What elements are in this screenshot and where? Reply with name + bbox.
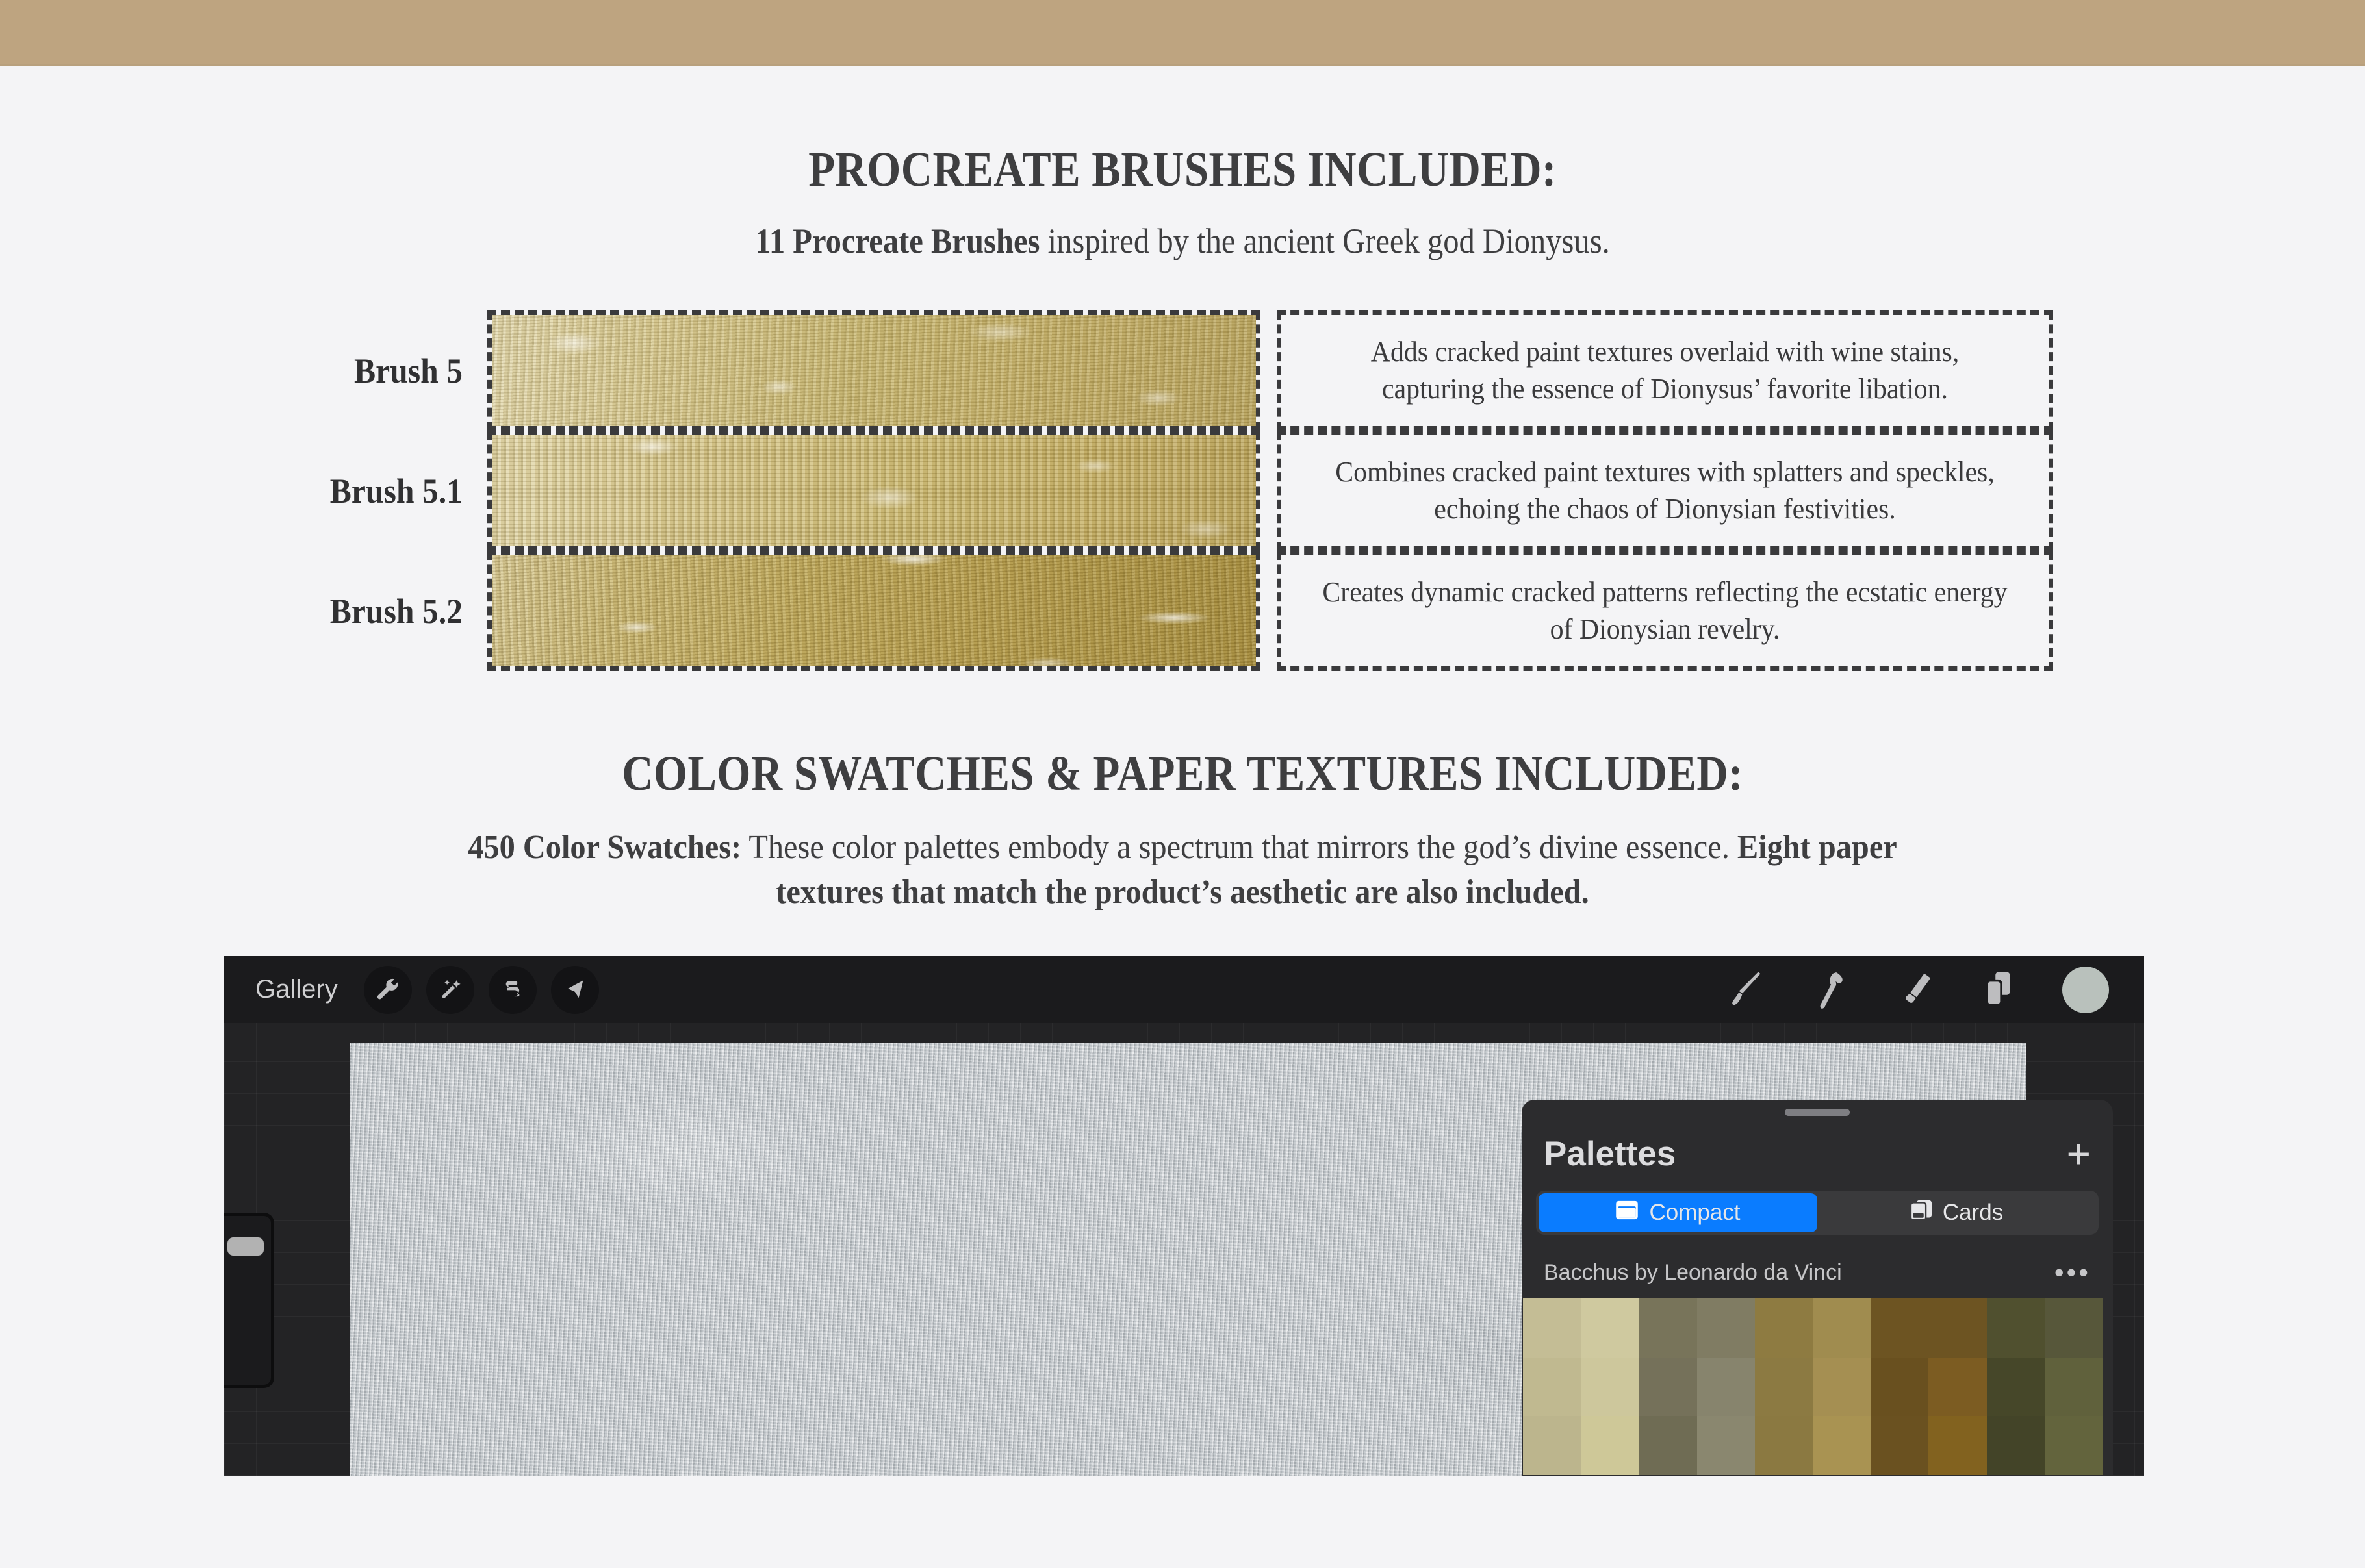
swatches-subtitle: 450 Color Swatches: These color palettes…: [457, 825, 1908, 915]
color-swatch[interactable]: [1639, 1357, 1697, 1417]
brush-list: Brush 5 Adds cracked paint textures over…: [0, 310, 2365, 671]
color-swatch[interactable]: [1754, 1298, 1813, 1358]
color-swatch[interactable]: [1754, 1416, 1813, 1475]
palettes-title: Palettes: [1544, 1134, 1676, 1173]
palettes-panel: Palettes + Compact Cards Bacchus by Leon…: [1522, 1100, 2113, 1476]
palette-more-button[interactable]: •••: [2054, 1259, 2091, 1286]
transform-arrow-icon[interactable]: [550, 965, 599, 1014]
slider-handle[interactable]: [227, 1237, 264, 1256]
procreate-toolbar: Gallery: [224, 956, 2144, 1023]
top-banner: [0, 0, 2365, 66]
brush-description-text: Creates dynamic cracked patterns reflect…: [1322, 576, 2008, 645]
brushes-subtitle-rest: inspired by the ancient Greek god Dionys…: [1040, 221, 1610, 260]
color-swatch[interactable]: [1696, 1416, 1755, 1475]
paint-texture: [492, 315, 1256, 426]
color-swatch[interactable]: [1986, 1416, 2045, 1475]
paintbrush-icon[interactable]: [1724, 966, 1770, 1014]
toolbar-left-group: Gallery: [224, 965, 599, 1014]
palette-name: Bacchus by Leonardo da Vinci: [1544, 1259, 1842, 1285]
segment-compact[interactable]: Compact: [1539, 1193, 1817, 1232]
color-swatch[interactable]: [1812, 1416, 1871, 1475]
brush-description-box: Adds cracked paint textures overlaid wit…: [1277, 310, 2053, 431]
add-palette-button[interactable]: +: [2067, 1133, 2091, 1174]
brushes-heading: PROCREATE BRUSHES INCLUDED:: [808, 142, 1557, 197]
procreate-canvas-area[interactable]: Palettes + Compact Cards Bacchus by Leon…: [224, 1023, 2144, 1476]
paint-texture: [492, 555, 1256, 666]
color-swatch[interactable]: [1639, 1416, 1697, 1475]
segment-cards[interactable]: Cards: [1817, 1193, 2096, 1232]
swatches-count-bold: 450 Color Swatches:: [468, 829, 742, 866]
color-swatch[interactable]: [2044, 1416, 2103, 1475]
magic-wand-icon[interactable]: [426, 965, 474, 1014]
color-swatch[interactable]: [1928, 1357, 1987, 1417]
color-swatch[interactable]: [2044, 1298, 2103, 1358]
color-swatch[interactable]: [1871, 1416, 1929, 1475]
eraser-icon[interactable]: [1893, 966, 1939, 1014]
brush-row: Brush 5.1 Combines cracked paint texture…: [0, 431, 2365, 551]
color-swatch[interactable]: [1812, 1357, 1871, 1417]
color-swatch[interactable]: [2044, 1357, 2103, 1417]
swatches-heading: COLOR SWATCHES & PAPER TEXTURES INCLUDED…: [622, 746, 1743, 801]
palette-row-header: Bacchus by Leonardo da Vinci •••: [1522, 1248, 2113, 1297]
color-swatch[interactable]: [1523, 1298, 1581, 1358]
color-swatch[interactable]: [1871, 1357, 1929, 1417]
color-swatch[interactable]: [1928, 1298, 1987, 1358]
brush-description-text: Adds cracked paint textures overlaid wit…: [1370, 336, 1960, 405]
wrench-icon[interactable]: [363, 965, 412, 1014]
color-swatch[interactable]: [1523, 1357, 1581, 1417]
cards-view-icon: [1910, 1200, 1932, 1226]
color-swatch[interactable]: [1812, 1298, 1871, 1358]
color-swatch[interactable]: [1986, 1298, 2045, 1358]
color-swatch-grid[interactable]: [1523, 1298, 2103, 1475]
color-swatch[interactable]: [1928, 1416, 1987, 1475]
procreate-app-screenshot: Gallery Palettes + Compact Cards Bacchus…: [224, 956, 2144, 1476]
palettes-header: Palettes +: [1522, 1124, 2113, 1183]
color-swatch[interactable]: [1696, 1298, 1755, 1358]
brush-label: Brush 5.1: [329, 471, 463, 511]
brush-size-slider[interactable]: [224, 1213, 274, 1388]
brushes-subtitle-bold: 11 Procreate Brushes: [755, 221, 1040, 260]
brush-description-box: Combines cracked paint textures with spl…: [1277, 431, 2053, 551]
smudge-icon[interactable]: [1809, 966, 1854, 1014]
toolbar-right-group: [1724, 966, 2144, 1014]
color-swatch[interactable]: [1696, 1357, 1755, 1417]
view-mode-segmented-control: Compact Cards: [1536, 1191, 2099, 1235]
brush-label: Brush 5.2: [329, 591, 463, 631]
color-swatch[interactable]: [1581, 1298, 1639, 1358]
brush-description-text: Combines cracked paint textures with spl…: [1335, 456, 1995, 525]
swatches-subtitle-rest: These color palettes embody a spectrum t…: [741, 829, 1737, 866]
brush-label: Brush 5: [353, 351, 463, 390]
brush-row: Brush 5.2 Creates dynamic cracked patter…: [0, 551, 2365, 671]
panel-drag-handle[interactable]: [1785, 1109, 1850, 1116]
color-swatch[interactable]: [1581, 1416, 1639, 1475]
brush-sample-swatch: [487, 310, 1260, 431]
brush-row: Brush 5 Adds cracked paint textures over…: [0, 310, 2365, 431]
color-swatch[interactable]: [1986, 1357, 2045, 1417]
gallery-button[interactable]: Gallery: [255, 975, 338, 1004]
brush-sample-swatch: [487, 551, 1260, 671]
color-swatch[interactable]: [1754, 1357, 1813, 1417]
compact-view-icon: [1615, 1200, 1639, 1226]
color-swatch[interactable]: [1639, 1298, 1697, 1358]
paint-texture: [492, 435, 1256, 546]
brush-sample-swatch: [487, 431, 1260, 551]
layers-icon[interactable]: [1978, 966, 2023, 1014]
color-swatch[interactable]: [1581, 1357, 1639, 1417]
selection-icon[interactable]: [488, 965, 537, 1014]
segment-compact-label: Compact: [1649, 1200, 1741, 1225]
color-swatch[interactable]: [1523, 1416, 1581, 1475]
color-swatch[interactable]: [1871, 1298, 1929, 1358]
color-swatch-icon[interactable]: [2062, 966, 2109, 1013]
brushes-subtitle: 11 Procreate Brushes inspired by the anc…: [118, 221, 2247, 261]
brush-description-box: Creates dynamic cracked patterns reflect…: [1277, 551, 2053, 671]
segment-cards-label: Cards: [1942, 1200, 2004, 1225]
